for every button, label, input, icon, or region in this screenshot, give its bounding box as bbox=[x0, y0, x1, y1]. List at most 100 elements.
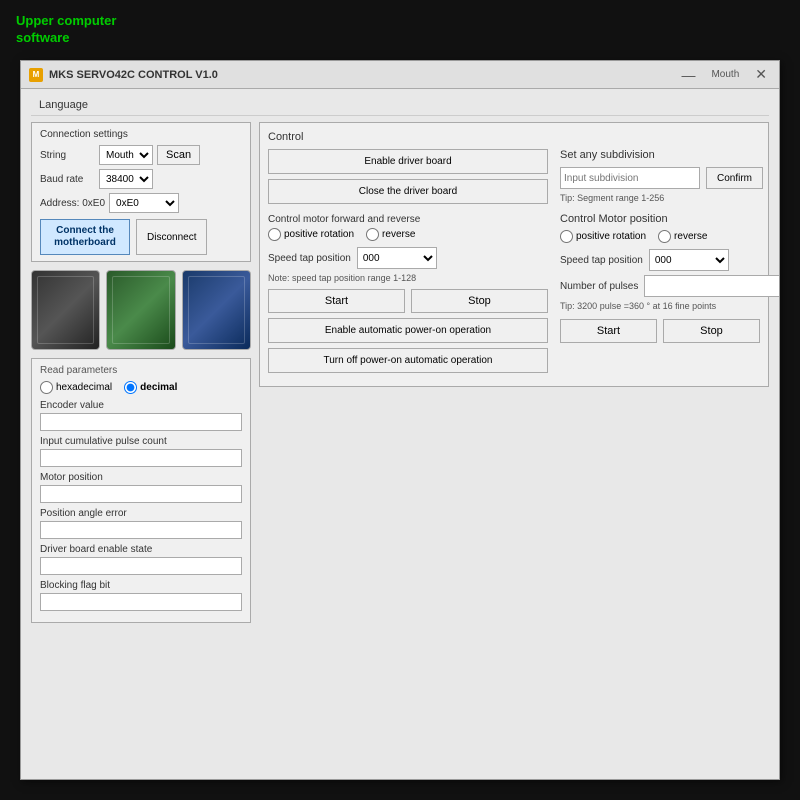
control-section: Control Enable driver board Close the dr… bbox=[259, 122, 769, 387]
connection-title: Connection settings bbox=[40, 129, 242, 140]
motor-reverse-radio[interactable] bbox=[366, 228, 379, 241]
param-enable-state: Driver board enable state bbox=[40, 544, 242, 575]
device-image-1 bbox=[31, 270, 100, 350]
motor-pos-tip: Tip: 3200 pulse =360 ° at 16 fine points bbox=[560, 301, 760, 311]
subdivision-section: Set any subdivision Confirm Tip: Segment… bbox=[560, 149, 760, 203]
window-title-left: M MKS SERVO42C CONTROL V1.0 bbox=[29, 68, 218, 82]
hex-option[interactable]: hexadecimal bbox=[40, 381, 112, 394]
motor-pos-ccw-radio[interactable] bbox=[658, 230, 671, 243]
address-label: Address: 0xE0 bbox=[40, 198, 105, 209]
string-row: String Mouth Scan bbox=[40, 145, 242, 165]
motor-pos-direction-radio: positive rotation reverse bbox=[560, 230, 760, 243]
connect-btn-row: Connect the motherboard Disconnect bbox=[40, 219, 242, 255]
device-images-row bbox=[31, 270, 251, 350]
motor-pos-title: Control Motor position bbox=[560, 213, 760, 225]
motor-pos-speed-label: Speed tap position bbox=[560, 255, 643, 266]
subdivision-input[interactable] bbox=[560, 167, 700, 189]
motor-direction-label: Control motor forward and reverse bbox=[268, 214, 548, 225]
close-driver-button[interactable]: Close the driver board bbox=[268, 179, 548, 204]
subdiv-input-row: Confirm bbox=[560, 167, 760, 189]
encoder-value-input[interactable] bbox=[40, 413, 242, 431]
param-encoder-value: Encoder value bbox=[40, 400, 242, 431]
window-controls: — Mouth ✕ bbox=[677, 66, 771, 83]
close-button[interactable]: ✕ bbox=[751, 66, 771, 83]
motor-pos-speed-select[interactable]: 000 bbox=[649, 249, 729, 271]
control-layout: Enable driver board Close the driver boa… bbox=[268, 149, 760, 378]
control-stop-button[interactable]: Stop bbox=[411, 289, 548, 313]
motor-pos-cw-radio[interactable] bbox=[560, 230, 573, 243]
window-titlebar: M MKS SERVO42C CONTROL V1.0 — Mouth ✕ bbox=[21, 61, 779, 89]
window-title: MKS SERVO42C CONTROL V1.0 bbox=[49, 69, 218, 81]
device-image-3 bbox=[182, 270, 251, 350]
main-window: M MKS SERVO42C CONTROL V1.0 — Mouth ✕ La… bbox=[20, 60, 780, 780]
baud-label: Baud rate bbox=[40, 174, 95, 185]
confirm-button[interactable]: Confirm bbox=[706, 167, 763, 189]
desktop: Upper computer software M MKS SERVO42C C… bbox=[0, 0, 800, 800]
motor-pos-start-button[interactable]: Start bbox=[560, 319, 657, 343]
scan-button[interactable]: Scan bbox=[157, 145, 200, 165]
port-select[interactable]: Mouth bbox=[99, 145, 153, 165]
enable-driver-button[interactable]: Enable driver board bbox=[268, 149, 548, 174]
device-image-2 bbox=[106, 270, 175, 350]
dec-option[interactable]: decimal bbox=[124, 381, 177, 394]
num-pulses-label: Number of pulses bbox=[560, 281, 638, 292]
address-select[interactable]: 0xE0 bbox=[109, 193, 179, 213]
motor-position-section: Control Motor position positive rotation bbox=[560, 213, 760, 343]
motor-pos-cw[interactable]: positive rotation bbox=[560, 230, 646, 243]
string-label: String bbox=[40, 150, 95, 161]
pulse-count-input[interactable] bbox=[40, 449, 242, 467]
minimize-button[interactable]: — bbox=[677, 67, 699, 83]
start-stop-row: Start Stop bbox=[268, 289, 548, 313]
angle-error-input[interactable] bbox=[40, 521, 242, 539]
speed-select[interactable]: 000 bbox=[357, 247, 437, 269]
subdivision-tip: Tip: Segment range 1-256 bbox=[560, 193, 760, 203]
dec-radio[interactable] bbox=[124, 381, 137, 394]
param-pulse-label: Input cumulative pulse count bbox=[40, 436, 242, 447]
pcb-decoration-1 bbox=[37, 276, 94, 344]
right-panel: Control Enable driver board Close the dr… bbox=[259, 122, 769, 623]
speed-label: Speed tap position bbox=[268, 253, 351, 264]
hex-radio[interactable] bbox=[40, 381, 53, 394]
blocking-flag-input[interactable] bbox=[40, 593, 242, 611]
motor-reverse[interactable]: reverse bbox=[366, 228, 415, 241]
auto-op-button[interactable]: Enable automatic power-on operation bbox=[268, 318, 548, 343]
connect-button[interactable]: Connect the motherboard bbox=[40, 219, 130, 255]
enable-state-input[interactable] bbox=[40, 557, 242, 575]
read-params-title: Read parameters bbox=[40, 365, 242, 376]
param-blocking-flag: Blocking flag bit bbox=[40, 580, 242, 611]
pcb-decoration-3 bbox=[188, 276, 245, 344]
motor-pos-rotation[interactable]: positive rotation bbox=[268, 228, 354, 241]
power-off-button[interactable]: Turn off power-on automatic operation bbox=[268, 348, 548, 373]
motor-direction-radio: positive rotation reverse bbox=[268, 228, 548, 241]
baud-row: Baud rate 38400 bbox=[40, 169, 242, 189]
speed-row: Speed tap position 000 bbox=[268, 247, 548, 269]
control-left: Enable driver board Close the driver boa… bbox=[268, 149, 548, 378]
mouth-label: Mouth bbox=[711, 69, 739, 80]
window-content: Language Connection settings String Mout… bbox=[21, 89, 779, 779]
read-params-box: Read parameters hexadecimal decimal bbox=[31, 358, 251, 623]
motor-pos-radio[interactable] bbox=[268, 228, 281, 241]
num-pulses-input[interactable]: 0 bbox=[644, 275, 779, 297]
motor-pos-ccw[interactable]: reverse bbox=[658, 230, 707, 243]
menu-language[interactable]: Language bbox=[31, 97, 96, 113]
num-pulses-row: Number of pulses 0 bbox=[560, 275, 760, 297]
left-panel: Connection settings String Mouth Scan Ba… bbox=[31, 122, 251, 623]
control-right: Set any subdivision Confirm Tip: Segment… bbox=[560, 149, 760, 378]
motor-position-input[interactable] bbox=[40, 485, 242, 503]
pcb-decoration-2 bbox=[112, 276, 169, 344]
baud-select[interactable]: 38400 bbox=[99, 169, 153, 189]
taskbar-title: Upper computer software bbox=[16, 13, 116, 47]
disconnect-button[interactable]: Disconnect bbox=[136, 219, 207, 255]
control-title: Control bbox=[268, 131, 760, 143]
motor-pos-stop-button[interactable]: Stop bbox=[663, 319, 760, 343]
main-layout: Connection settings String Mouth Scan Ba… bbox=[31, 122, 769, 623]
address-row: Address: 0xE0 0xE0 bbox=[40, 193, 242, 213]
format-radio-row: hexadecimal decimal bbox=[40, 381, 242, 394]
control-start-button[interactable]: Start bbox=[268, 289, 405, 313]
subdivision-title: Set any subdivision bbox=[560, 149, 760, 161]
connection-box: Connection settings String Mouth Scan Ba… bbox=[31, 122, 251, 262]
param-enable-label: Driver board enable state bbox=[40, 544, 242, 555]
motor-pos-speed-row: Speed tap position 000 bbox=[560, 249, 760, 271]
speed-note: Note: speed tap position range 1-128 bbox=[268, 273, 548, 283]
param-angle-label: Position angle error bbox=[40, 508, 242, 519]
